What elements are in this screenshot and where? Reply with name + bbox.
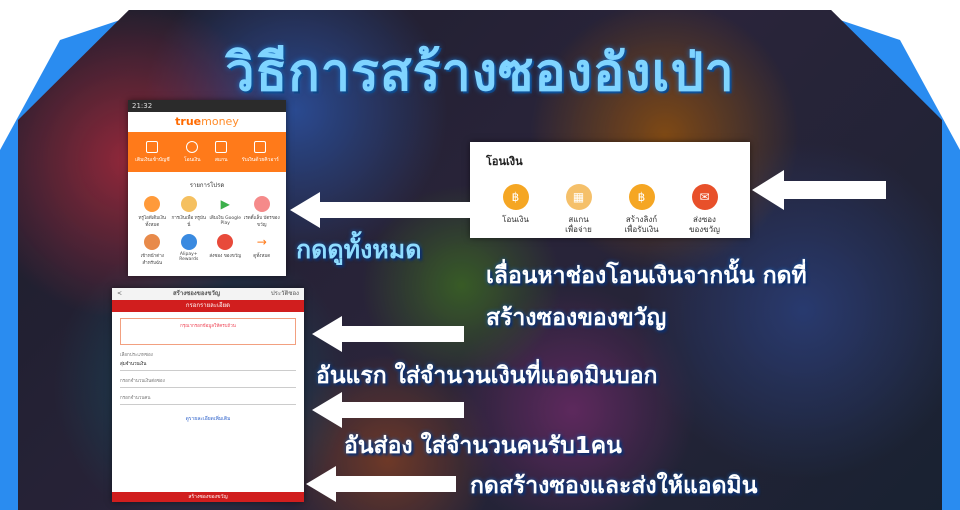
transfer-button[interactable]: โอนเงิน bbox=[184, 140, 201, 164]
gift-form-screenshot: < สร้างซองของขวัญ ประวัติซอง กรอกรายละเอ… bbox=[112, 288, 304, 502]
envelope-type-select[interactable]: เลือกประเภทซอง สุ่มจำนวนเงิน bbox=[120, 351, 296, 371]
qr-icon: ▦ bbox=[565, 184, 592, 210]
caption-step1b: สร้างซองของขวัญ bbox=[486, 305, 667, 331]
qr-icon bbox=[254, 140, 267, 153]
arrow-left-icon bbox=[312, 316, 464, 352]
history-link[interactable]: ประวัติซอง bbox=[271, 288, 299, 300]
arrow-left-icon bbox=[312, 392, 464, 428]
grid-item[interactable]: การเงินเพื่อ ทรูมันนี่ bbox=[171, 196, 208, 228]
red-banner: กรอกรายละเอียด bbox=[112, 300, 304, 312]
topup-button[interactable]: เติมเงินเข้าบัญชี bbox=[135, 140, 170, 164]
grid-item[interactable]: เรดดี้แล็บ บัตรของขวัญ bbox=[244, 196, 281, 228]
favorites-heading: รายการโปรด bbox=[189, 182, 225, 189]
back-button[interactable]: < bbox=[117, 288, 122, 300]
recipients-input[interactable]: กรอกจำนวนคน bbox=[120, 394, 296, 405]
favorites-grid: ทรูไอดีเติมเงิน ทั้งหมด การเงินเพื่อ ทรู… bbox=[128, 196, 286, 266]
coin-link-icon: ฿ bbox=[628, 184, 655, 210]
amount-input[interactable]: กรอกจำนวนเงินต่อซอง bbox=[120, 377, 296, 388]
arrow-left-icon bbox=[290, 192, 472, 228]
receive-qr-button[interactable]: รับเงินด้วยคิวอาร์ bbox=[242, 140, 279, 164]
status-bar: 21:32 bbox=[128, 100, 286, 112]
arrow-left-icon bbox=[752, 170, 886, 210]
envelope-icon: ✉ bbox=[691, 184, 718, 210]
caption-step2: อันแรก ใส่จำนวนเงินที่แอดมินบอก bbox=[316, 363, 658, 389]
grid-item[interactable]: เข้าหน้าต่าง สำหรับฉัน bbox=[134, 234, 171, 266]
notice-box: กรุณากรอกข้อมูลให้ครบถ้วน bbox=[120, 318, 296, 345]
coin-icon: ฿ bbox=[502, 184, 529, 210]
scan-icon bbox=[215, 140, 228, 153]
grid-item[interactable]: ส่งซอง ของขวัญ bbox=[207, 234, 244, 266]
create-link-button[interactable]: ฿สร้างลิงก์ เพื่อรับเงิน bbox=[614, 184, 670, 235]
view-all-item[interactable]: → ดูทั้งหมด bbox=[244, 234, 281, 266]
truemoney-logo: truemoney bbox=[128, 112, 286, 132]
caption-step4: กดสร้างซองและส่งให้แอดมิน bbox=[470, 473, 758, 499]
coin-icon bbox=[186, 140, 199, 153]
grid-item[interactable]: Alipay+ Rewards bbox=[171, 234, 208, 266]
caption-step1: เลื่อนหาช่องโอนเงินจากนั้น กดที่ bbox=[486, 263, 807, 289]
arrow-left-icon bbox=[306, 466, 456, 502]
top-actions-bar: เติมเงินเข้าบัญชี โอนเงิน สแกน รับเงินด้… bbox=[128, 132, 286, 172]
create-envelope-button[interactable]: สร้างซองของขวัญ bbox=[112, 492, 304, 502]
form-topbar: < สร้างซองของขวัญ ประวัติซอง bbox=[112, 288, 304, 300]
canvas: วิธีการสร้างซองอังเป่า 21:32 truemoney เ… bbox=[0, 0, 960, 510]
caption-view-all: กดดูทั้งหมด bbox=[296, 235, 422, 264]
transfer-title: โอนเงิน bbox=[486, 155, 523, 168]
form-header: สร้างซองของขวัญ bbox=[172, 290, 220, 297]
scan-to-pay-button[interactable]: ▦ สแกน เพื่อจ่าย bbox=[551, 184, 607, 235]
caption-step3: อันส่อง ใส่จำนวนคนรับ1คน bbox=[344, 433, 622, 459]
grid-item[interactable]: ทรูไอดีเติมเงิน ทั้งหมด bbox=[134, 196, 171, 228]
send-gift-envelope-button[interactable]: ✉ ส่งซอง ของขวัญ bbox=[677, 184, 733, 235]
transfer-panel-screenshot: โอนเงิน ฿โอนเงิน ▦ สแกน เพื่อจ่าย ฿สร้างล… bbox=[470, 142, 750, 238]
details-link[interactable]: ดูรายละเอียดเพิ่มเติม bbox=[120, 415, 296, 423]
transfer-options: ฿โอนเงิน ▦ สแกน เพื่อจ่าย ฿สร้างลิงก์ เพื… bbox=[470, 184, 750, 235]
truemoney-home-screenshot: 21:32 truemoney เติมเงินเข้าบัญชี โอนเงิ… bbox=[128, 100, 286, 276]
wallet-icon bbox=[146, 140, 159, 153]
grid-item[interactable]: ▶ เติมเงิน Google Play bbox=[207, 196, 244, 228]
scan-button[interactable]: สแกน bbox=[215, 140, 228, 164]
transfer-money-button[interactable]: ฿โอนเงิน bbox=[488, 184, 544, 235]
